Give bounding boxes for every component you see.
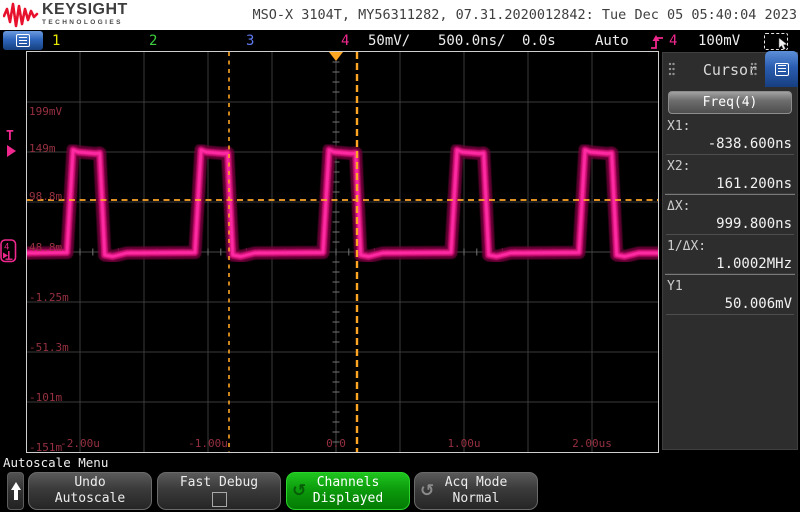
y-axis-label: 199mV (29, 105, 63, 118)
ground-arrow-icon (3, 252, 8, 259)
cursor-x2-value: 161.200ns (716, 176, 792, 192)
softkey-channels-displayed[interactable]: ↺ Channels Displayed (286, 472, 410, 510)
header-bar: KEYSIGHT TECHNOLOGIES MSO-X 3104T, MY563… (0, 0, 800, 30)
trigger-level-marker-label[interactable]: T (6, 129, 14, 144)
divider (666, 154, 794, 155)
y-axis-label: 98.8m (29, 190, 63, 203)
y-axis-label: 149m (29, 142, 56, 155)
main-menu-button[interactable] (3, 31, 43, 50)
panel-grip-right-icon[interactable] (750, 62, 757, 78)
trigger-time-marker-icon[interactable] (329, 52, 343, 61)
cursor-y1-value: 50.006mV (724, 296, 792, 312)
y-axis-label: 48.8m (29, 241, 63, 254)
softkey-menu-title: Autoscale Menu (3, 455, 109, 470)
softkey-line1: Channels (316, 475, 380, 490)
up-arrow-stem (13, 489, 18, 500)
softkey-line1: Fast Debug (179, 475, 259, 490)
graticule-and-trace (27, 52, 658, 452)
trigger-level-readout[interactable]: 100mV (698, 33, 740, 49)
cursor-x1-label: X1: (667, 119, 691, 134)
channel-2-button[interactable]: 2 (149, 33, 157, 49)
divider (666, 314, 794, 315)
cycle-icon: ↺ (292, 481, 307, 501)
brand-subname: TECHNOLOGIES (42, 19, 123, 26)
cursor-inv-dx-label: 1/ΔX: (667, 239, 707, 254)
divider (665, 273, 795, 275)
x-axis-label: -2.00u (60, 437, 100, 450)
instrument-title: MSO-X 3104T, MY56311282, 07.31.202001284… (252, 7, 797, 23)
menu-icon (16, 34, 30, 47)
x-axis-label: -1.00u (188, 437, 228, 450)
keysight-logo-icon (3, 2, 39, 28)
channel-4-button[interactable]: 4 (341, 33, 349, 49)
divider (666, 234, 794, 235)
menu-icon (774, 62, 789, 76)
softkey-line2: Normal (452, 491, 500, 506)
brand-name: KEYSIGHT (42, 1, 128, 18)
y-axis-label: -151m (29, 441, 63, 454)
y-axis-label: -1.25m (29, 291, 69, 304)
fast-debug-checkbox[interactable] (211, 492, 227, 507)
softkey-acq-mode[interactable]: ↺ Acq Mode Normal (414, 472, 538, 510)
softkey-line2: Displayed (312, 491, 384, 506)
oscilloscope-screen: KEYSIGHT TECHNOLOGIES MSO-X 3104T, MY563… (0, 0, 800, 512)
x-axis-label: 1.00u (447, 437, 481, 450)
cursor-x1-value: -838.600ns (707, 136, 792, 152)
trigger-source-readout[interactable]: 4 (669, 33, 677, 49)
x-axis-label: 0.0 (326, 437, 346, 450)
softkey-line2: Autoscale (54, 491, 126, 506)
cursor-y1-label: Y1 (667, 279, 683, 294)
delay-readout[interactable]: 0.0s (522, 33, 556, 49)
timebase-readout[interactable]: 500.0ns/ (438, 33, 505, 49)
softkey-fast-debug[interactable]: Fast Debug (157, 472, 281, 510)
cursor-panel: Cursor Freq(4) X1: -838.600ns X2: 161.20… (662, 51, 798, 450)
channel-3-button[interactable]: 3 (246, 33, 254, 49)
waveform-display: 199mV 149m 98.8m 48.8m -1.25m -51.3m -10… (26, 51, 659, 453)
trigger-level-arrow-icon[interactable] (7, 145, 16, 157)
divider (665, 193, 795, 195)
menu-back-button[interactable] (7, 472, 24, 510)
cursor-dx-label: ΔX: (667, 199, 691, 214)
selection-tool-icon[interactable] (764, 33, 788, 50)
softkey-undo-autoscale[interactable]: Undo Autoscale (28, 472, 152, 510)
channel4-ground-marker[interactable]: 4 (0, 239, 17, 263)
brand-block: KEYSIGHT TECHNOLOGIES (42, 2, 128, 27)
y-axis-label: -51.3m (29, 341, 69, 354)
panel-grip-left-icon[interactable] (668, 62, 675, 78)
mouse-pointer-icon (778, 38, 788, 50)
y-axis-label: -101m (29, 391, 63, 404)
trigger-slope-icon (651, 35, 663, 49)
softkey-line1: Acq Mode (444, 475, 508, 490)
x-axis-label: 2.00us (572, 437, 612, 450)
cursor-x2-label: X2: (667, 159, 691, 174)
cursor-inv-dx-value: 1.0002MHz (716, 256, 792, 272)
trigger-mode-readout[interactable]: Auto (595, 33, 629, 49)
cursor-panel-menu-button[interactable] (765, 51, 798, 87)
cycle-icon: ↺ (420, 481, 435, 501)
channel-1-button[interactable]: 1 (52, 33, 60, 49)
cursor-mode-button[interactable]: Freq(4) (668, 91, 792, 114)
ch4-scale-readout[interactable]: 50mV/ (368, 33, 410, 49)
channel4-waveform-trace (27, 143, 658, 263)
softkey-line1: Undo (74, 475, 106, 490)
status-bar: 1 2 3 4 50mV/ 500.0ns/ 0.0s Auto 4 100mV (0, 30, 800, 52)
cursor-dx-value: 999.800ns (716, 216, 792, 232)
